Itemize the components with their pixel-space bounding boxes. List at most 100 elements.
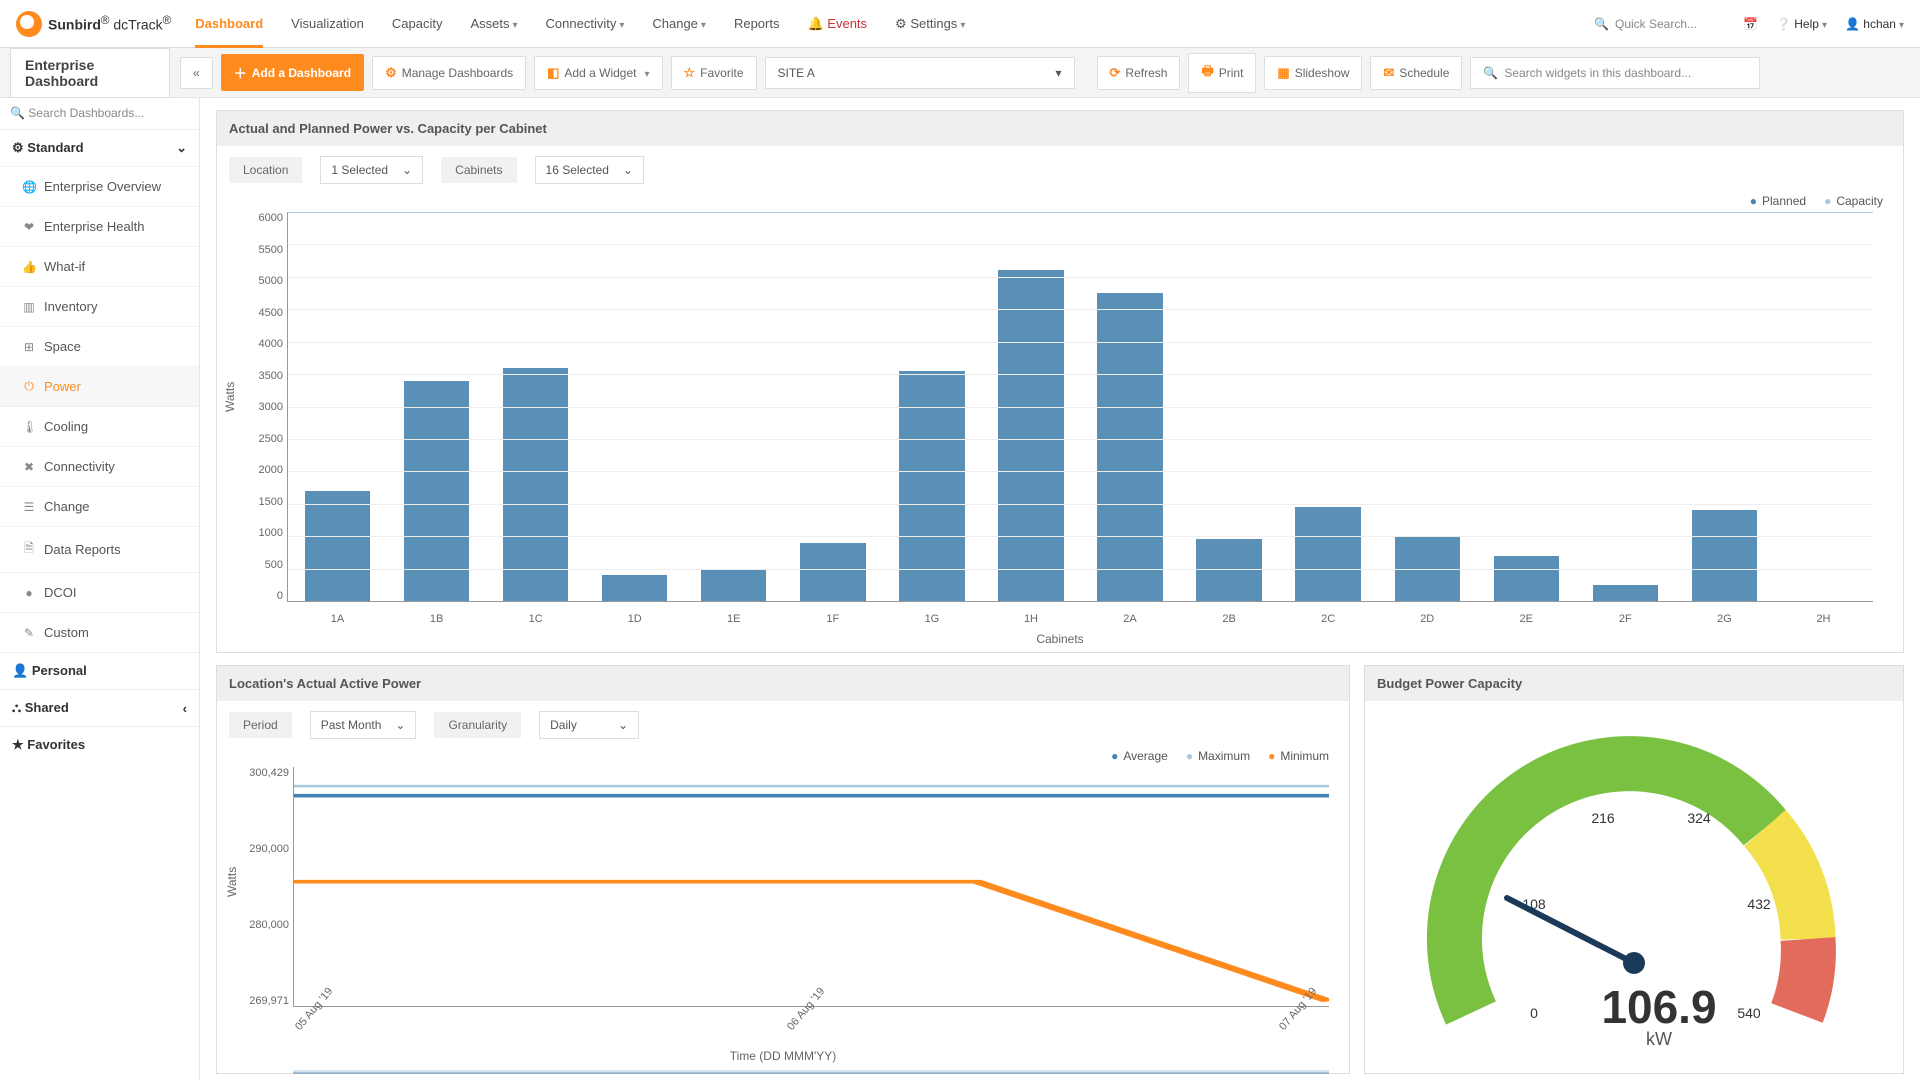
brand: Sunbird® dcTrack® [16,11,171,37]
svg-text:432: 432 [1747,896,1771,912]
line-chart: Watts 300,429290,000280,000269,971 05 Au… [217,767,1349,1067]
sidebar-group-favorites[interactable]: ★ Favorites [0,726,199,763]
sidebar-item-connectivity[interactable]: ✖Connectivity [0,446,199,486]
nav-events[interactable]: 🔔 Events [807,16,867,32]
widget-search[interactable]: 🔍Search widgets in this dashboard... [1470,57,1760,89]
power-icon: ⏻ [22,379,36,394]
x-axis-label: Cabinets [1036,632,1083,646]
slideshow-button[interactable]: ▦Slideshow [1264,56,1362,90]
chevron-down-icon [641,66,649,80]
widget-icon: ◧ [547,65,559,81]
chevron-down-icon: ⌄ [176,140,187,156]
chevron-down-icon: ⌄ [395,718,405,732]
nav-change[interactable]: Change [652,16,706,31]
sidebar-item-dcoi[interactable]: ●DCOI [0,572,199,612]
manage-dashboards-button[interactable]: ⚙Manage Dashboards [372,56,526,90]
sliders-icon: ☰ [22,500,36,514]
document-icon: 🗎 [22,539,36,560]
svg-text:106.9: 106.9 [1601,981,1716,1033]
legend-planned[interactable]: Planned [1750,194,1806,208]
location-select[interactable]: 1 Selected⌄ [320,156,423,184]
chevron-down-icon: ⌄ [618,718,628,732]
sidebar-item-data-reports[interactable]: 🗎Data Reports [0,526,199,572]
nav-dashboard[interactable]: Dashboard [195,16,263,48]
panel-filters: Period Past Month⌄ Granularity Daily⌄ [217,701,1349,749]
top-right: 🔍Quick Search... 📅 ❔ Help 👤 hchan [1585,12,1904,36]
chevron-down-icon [616,16,624,31]
dot-icon: ● [22,586,36,600]
chevron-down-icon [1896,17,1904,31]
chevron-left-icon: ‹ [183,701,187,716]
sidebar-search[interactable]: 🔍 Search Dashboards... [0,98,199,129]
nav-connectivity[interactable]: Connectivity [546,16,625,31]
schedule-button[interactable]: ✉Schedule [1370,56,1462,90]
panel-power-vs-capacity: Actual and Planned Power vs. Capacity pe… [216,110,1904,653]
quick-search[interactable]: 🔍Quick Search... [1585,12,1725,36]
barcode-icon: ▥ [22,300,36,314]
sidebar-item-power[interactable]: ⏻Power [0,366,199,406]
sidebar-item-change[interactable]: ☰Change [0,486,199,526]
svg-text:324: 324 [1687,810,1711,826]
chart1-legend: Planned Capacity [217,194,1903,212]
granularity-select[interactable]: Daily⌄ [539,711,639,739]
nav-settings[interactable]: ⚙ Settings [895,16,965,32]
plot-area: 1A1B1C1D1E1F1G1H2A2B2C2D2E2F2G2H [287,212,1873,602]
legend-capacity[interactable]: Capacity [1824,194,1883,208]
sidebar-group-shared[interactable]: ⛬ Shared‹ [0,689,199,726]
sidebar-group-personal[interactable]: 👤 Personal [0,652,199,689]
nav-visualization[interactable]: Visualization [291,16,364,31]
legend-average[interactable]: Average [1111,749,1168,763]
sidebar-item-enterprise-overview[interactable]: 🌐Enterprise Overview [0,166,199,206]
sidebar-item-enterprise-health[interactable]: ❤Enterprise Health [0,206,199,246]
nav-reports[interactable]: Reports [734,16,780,31]
collapse-sidebar-button[interactable]: « [180,57,213,89]
nav-capacity[interactable]: Capacity [392,16,443,31]
favorite-button[interactable]: ☆Favorite [671,56,757,90]
y-axis-label: Watts [225,867,239,897]
sidebar-item-space[interactable]: ⊞Space [0,326,199,366]
chevron-down-icon: ⌄ [402,163,412,177]
add-dashboard-button[interactable]: ＋Add a Dashboard [221,54,364,91]
chevron-down-icon [510,16,518,31]
sidebar-item-cooling[interactable]: 🌡Cooling [0,406,199,446]
calendar-icon[interactable]: 📅 [1743,17,1758,31]
user-menu[interactable]: 👤 hchan [1845,17,1904,31]
mail-icon: ✉ [1383,65,1394,81]
location-label: Location [229,157,302,183]
panel-budget-power: Budget Power Capacity 0 108 216 324 432 … [1364,665,1904,1074]
cabinets-select[interactable]: 16 Selected⌄ [535,156,644,184]
print-icon: 🖶 [1201,62,1213,84]
brand-text: Sunbird® dcTrack® [48,14,171,33]
refresh-button[interactable]: ⟳Refresh [1097,56,1181,90]
help-menu[interactable]: ❔ Help [1776,17,1827,31]
sidebar-item-whatif[interactable]: 👍What-if [0,246,199,286]
star-icon: ☆ [684,65,696,81]
sidebar-group-standard[interactable]: ⚙ Standard⌄ [0,129,199,166]
panel-title: Budget Power Capacity [1365,666,1903,701]
y-ticks: 300,429290,000280,000269,971 [247,767,289,1007]
site-selector[interactable]: SITE A▾ [765,57,1075,89]
sidebar-item-custom[interactable]: ✎Custom [0,612,199,652]
legend-maximum[interactable]: Maximum [1186,749,1250,763]
sunbird-logo-icon [16,11,42,37]
overview-chart[interactable] [293,1067,1329,1080]
slideshow-icon: ▦ [1277,65,1289,81]
pencil-icon: ✎ [22,626,36,640]
chart2-legend: Average Maximum Minimum [217,749,1349,767]
period-select[interactable]: Past Month⌄ [310,711,417,739]
shuffle-icon: ✖ [22,460,36,474]
y-axis-label: Watts [223,382,237,412]
print-button[interactable]: 🖶Print [1188,53,1256,93]
svg-text:540: 540 [1737,1005,1761,1021]
x-ticks: 05 Aug '1906 Aug '1907 Aug '19 [293,1025,1329,1037]
period-label: Period [229,712,292,738]
sidebar: 🔍 Search Dashboards... ⚙ Standard⌄ 🌐Ente… [0,98,200,1080]
legend-minimum[interactable]: Minimum [1268,749,1329,763]
chevron-down-icon [698,16,706,31]
add-widget-button[interactable]: ◧Add a Widget [534,56,662,90]
nav-assets[interactable]: Assets [470,16,517,31]
top-navbar: Sunbird® dcTrack® Dashboard Visualizatio… [0,0,1920,48]
sidebar-item-inventory[interactable]: ▥Inventory [0,286,199,326]
x-axis-label: Time (DD MMM'YY) [730,1049,837,1063]
content-area: Actual and Planned Power vs. Capacity pe… [200,98,1920,1080]
